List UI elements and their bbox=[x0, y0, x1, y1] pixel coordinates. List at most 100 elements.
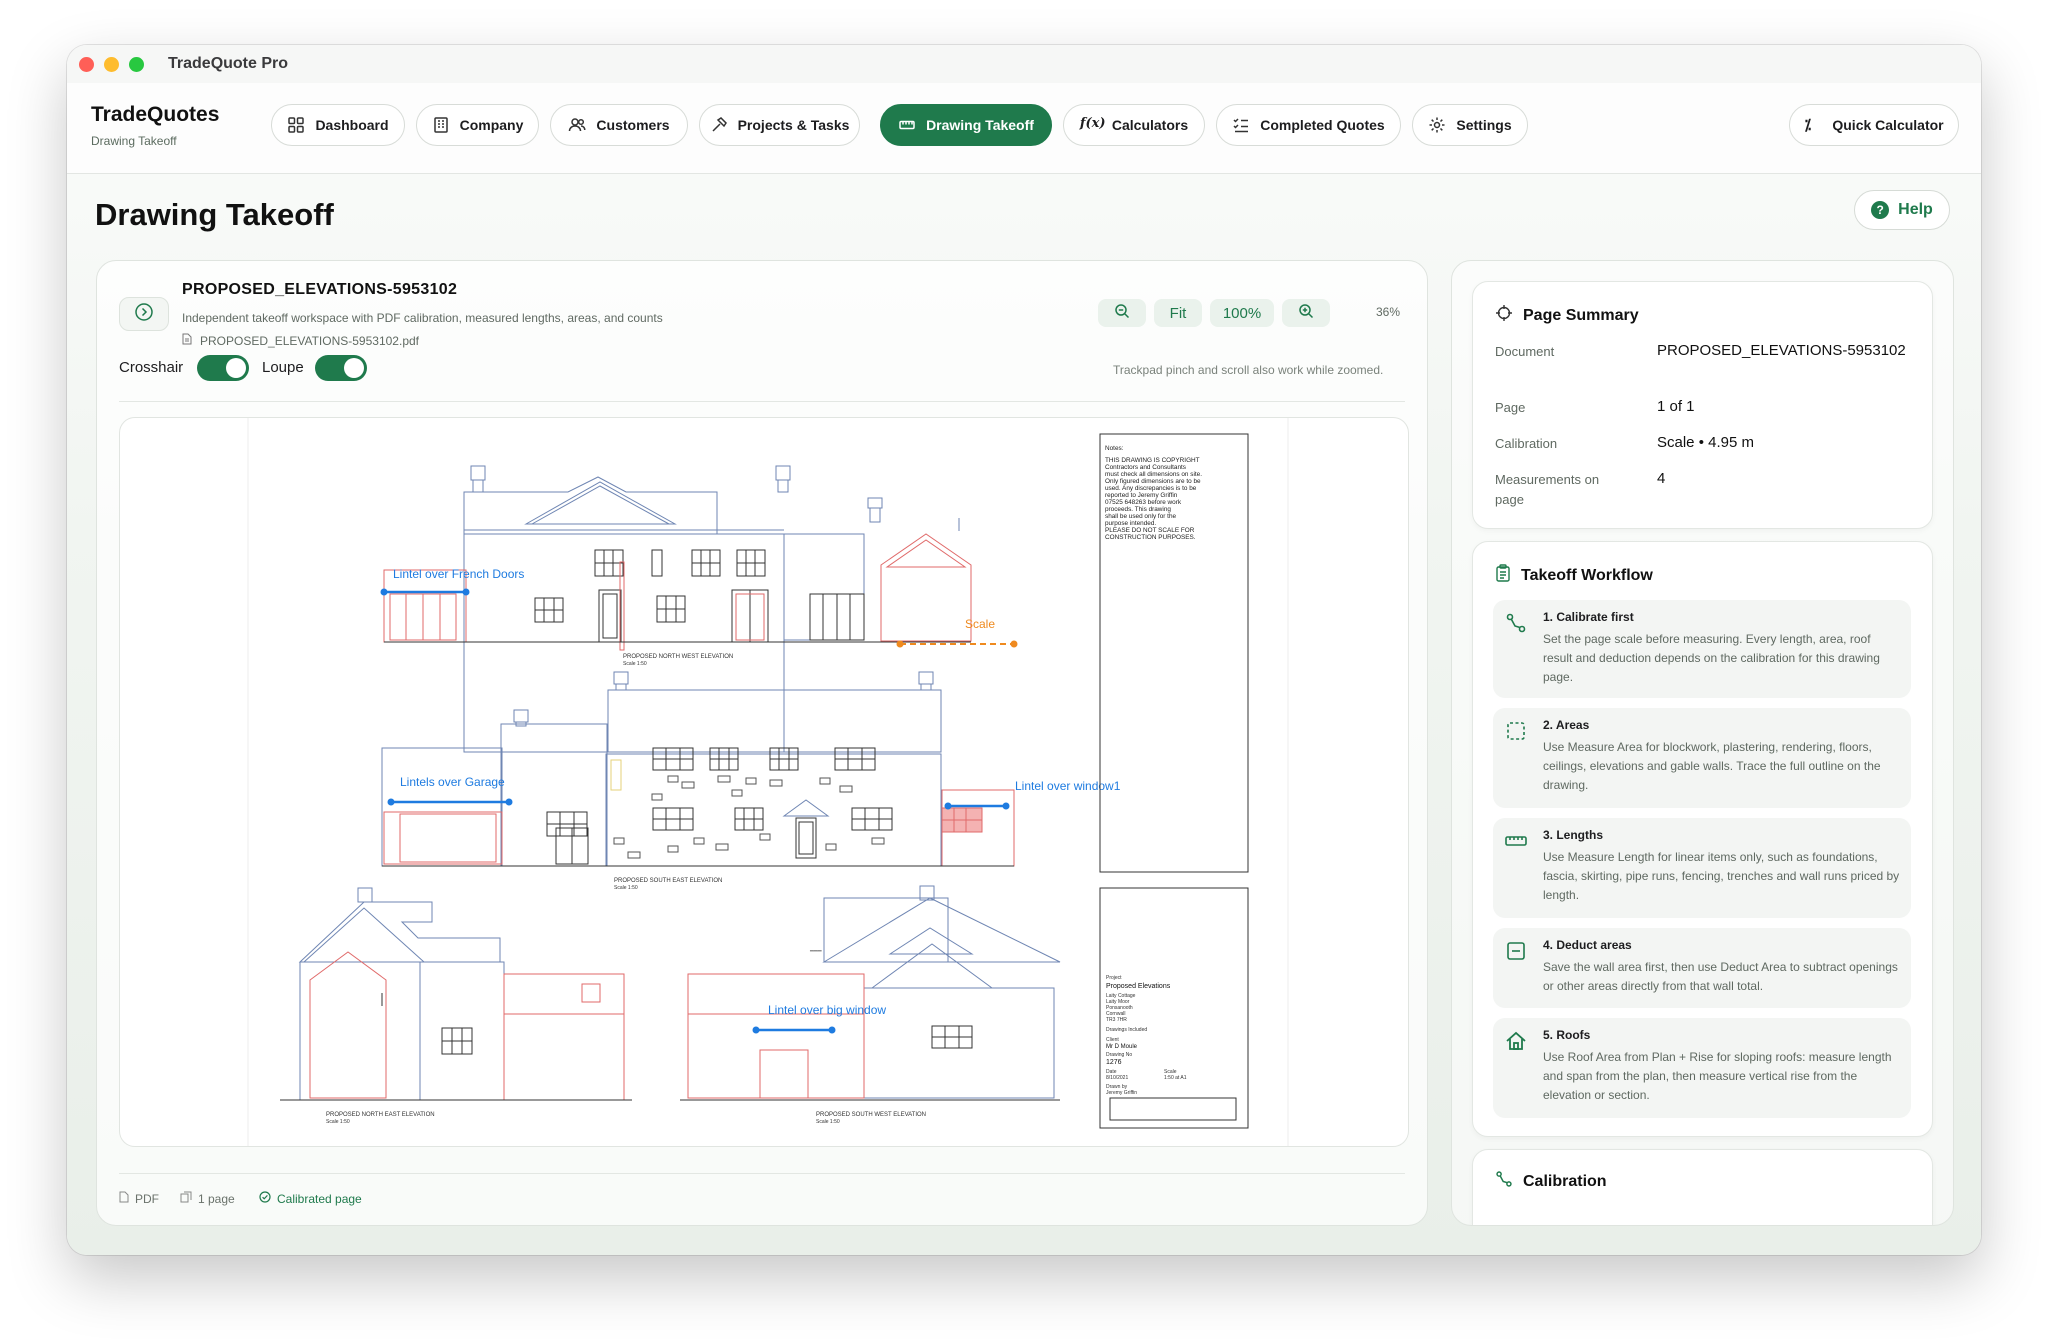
summary-calibration-value: Scale • 4.95 m bbox=[1657, 434, 1754, 451]
summary-measurements-label: Measurements on page bbox=[1495, 472, 1600, 507]
checklist-icon bbox=[1232, 116, 1250, 134]
zoom-percentage: 36% bbox=[1376, 305, 1401, 319]
nav-customers[interactable]: Customers bbox=[550, 104, 688, 146]
workflow-step-title: 2. Areas bbox=[1543, 718, 1590, 732]
notes-line: proceeds. This drawing bbox=[1105, 506, 1171, 513]
notes-line: purpose intended. bbox=[1105, 520, 1156, 527]
elevation-scale: Scale 1:50 bbox=[326, 1119, 350, 1125]
zoom-out-button[interactable] bbox=[1098, 299, 1146, 327]
loupe-toggle[interactable] bbox=[315, 355, 367, 381]
title-block-client: Mr D Moule bbox=[1106, 1044, 1138, 1050]
function-icon: f(x) bbox=[1079, 116, 1106, 131]
drawing-canvas[interactable]: PROPOSED NORTH WEST ELEVATION Scale 1:50… bbox=[119, 417, 1409, 1147]
summary-calibration-label: Calibration bbox=[1495, 436, 1558, 451]
building-icon bbox=[432, 116, 450, 134]
nav-drawing-takeoff-label: Drawing Takeoff bbox=[926, 117, 1034, 133]
notes-line: Contractors and Consultants bbox=[1105, 464, 1186, 471]
footer-page-count: 1 page bbox=[180, 1191, 235, 1206]
nav-dashboard-label: Dashboard bbox=[315, 117, 389, 133]
document-description: Independent takeoff workspace with PDF c… bbox=[182, 311, 663, 325]
side-panel: Page Summary Document PROPOSED_ELEVATION… bbox=[1451, 260, 1954, 1226]
brand-subtitle: Drawing Takeoff bbox=[91, 134, 177, 148]
ruler-icon bbox=[1505, 830, 1527, 852]
elevation-scale: Scale 1:50 bbox=[623, 661, 647, 667]
notes-line: THIS DRAWING IS COPYRIGHT bbox=[1105, 457, 1200, 464]
chevron-right-circle-icon bbox=[134, 302, 154, 327]
close-window-button[interactable] bbox=[79, 57, 94, 72]
expand-sidebar-button[interactable] bbox=[119, 297, 169, 331]
drawing-annotation: ▁▁▁ bbox=[809, 946, 822, 952]
trackpad-note: Trackpad pinch and scroll also work whil… bbox=[1113, 363, 1384, 377]
takeoff-workflow-card: Takeoff Workflow 1. Calibrate first Set … bbox=[1472, 541, 1933, 1137]
nav-company-label: Company bbox=[459, 117, 524, 133]
loupe-label: Loupe bbox=[262, 359, 304, 376]
clipboard-icon bbox=[1495, 564, 1511, 587]
elevation-caption: PROPOSED SOUTH EAST ELEVATION bbox=[614, 878, 722, 884]
nav-dashboard[interactable]: Dashboard bbox=[271, 104, 405, 146]
workflow-step-body: Use Measure Area for blockwork, plasteri… bbox=[1543, 740, 1881, 792]
workflow-step-body: Set the page scale before measuring. Eve… bbox=[1543, 632, 1880, 684]
zoom-actual-button[interactable]: 100% bbox=[1210, 299, 1274, 327]
nav-drawing-takeoff[interactable]: Drawing Takeoff bbox=[880, 104, 1052, 146]
zoom-in-icon bbox=[1298, 303, 1314, 323]
title-block-label: Drawings Included bbox=[1106, 1027, 1147, 1033]
measurement-label: Lintel over big window bbox=[768, 1003, 886, 1017]
footer-file-type: PDF bbox=[119, 1191, 159, 1206]
workflow-step: 1. Calibrate first Set the page scale be… bbox=[1493, 600, 1911, 698]
zoom-window-button[interactable] bbox=[129, 57, 144, 72]
notes-line: shall be used only for the bbox=[1105, 513, 1176, 520]
workflow-step-title: 4. Deduct areas bbox=[1543, 938, 1632, 952]
nav-calculators[interactable]: f(x) Calculators bbox=[1063, 104, 1205, 146]
title-block-project: Proposed Elevations bbox=[1106, 983, 1171, 990]
zoom-fit-button[interactable]: Fit bbox=[1154, 299, 1202, 327]
document-file: PROPOSED_ELEVATIONS-5953102.pdf bbox=[182, 333, 419, 348]
elevation-scale: Scale 1:50 bbox=[614, 885, 638, 891]
crosshair-label: Crosshair bbox=[119, 359, 184, 376]
file-icon bbox=[182, 333, 192, 348]
takeoff-workflow-heading: Takeoff Workflow bbox=[1495, 564, 1653, 587]
workflow-step: 4. Deduct areas Save the wall area first… bbox=[1493, 928, 1911, 1008]
nav-completed-quotes[interactable]: Completed Quotes bbox=[1216, 104, 1401, 146]
zoom-in-button[interactable] bbox=[1282, 299, 1330, 327]
calibration-title: Calibration bbox=[1523, 1172, 1607, 1190]
nav-settings-label: Settings bbox=[1456, 117, 1512, 133]
workflow-step-title: 3. Lengths bbox=[1543, 828, 1604, 842]
title-block-address: TR3 7HR bbox=[1106, 1017, 1127, 1023]
document-name: PROPOSED_ELEVATIONS-5953102 bbox=[182, 281, 458, 298]
page-summary-heading: Page Summary bbox=[1495, 304, 1639, 327]
page-summary-card: Page Summary Document PROPOSED_ELEVATION… bbox=[1472, 281, 1933, 529]
footer-file-type-label: PDF bbox=[135, 1191, 159, 1206]
nav-company[interactable]: Company bbox=[416, 104, 539, 146]
document-filename: PROPOSED_ELEVATIONS-5953102.pdf bbox=[200, 333, 419, 348]
people-icon bbox=[568, 116, 586, 134]
quick-calculator-button[interactable]: ⁒ Quick Calculator bbox=[1789, 104, 1959, 146]
workflow-step-body: Use Measure Length for linear items only… bbox=[1543, 850, 1900, 902]
title-block-label: Drawing No bbox=[1106, 1052, 1132, 1058]
title-block-date: 8/10/2021 bbox=[1106, 1075, 1128, 1081]
divider bbox=[119, 1173, 1405, 1174]
nav-projects-tasks[interactable]: Projects & Tasks bbox=[699, 104, 860, 146]
page-summary-title: Page Summary bbox=[1523, 306, 1639, 324]
title-block-label: Project bbox=[1106, 975, 1122, 981]
notes-line: Notes: bbox=[1105, 445, 1124, 452]
title-block-drawing-no: 1276 bbox=[1106, 1059, 1122, 1066]
minimize-window-button[interactable] bbox=[104, 57, 119, 72]
question-icon: ? bbox=[1871, 201, 1890, 219]
summary-measurements-value: 4 bbox=[1657, 470, 1666, 487]
summary-document-value: PROPOSED_ELEVATIONS-5953102 bbox=[1657, 342, 1906, 359]
notes-line: used. Any discrepancies is to be bbox=[1105, 485, 1197, 492]
notes-line: 07525 648263 before work bbox=[1105, 499, 1182, 506]
summary-page-label: Page bbox=[1495, 400, 1526, 415]
nav-customers-label: Customers bbox=[596, 117, 670, 133]
document-icon bbox=[119, 1191, 129, 1206]
workflow-step: 5. Roofs Use Roof Area from Plan + Rise … bbox=[1493, 1018, 1911, 1118]
summary-page-value: 1 of 1 bbox=[1657, 398, 1695, 415]
crosshair-toggle[interactable] bbox=[197, 355, 249, 381]
calibration-card: Calibration bbox=[1472, 1149, 1933, 1225]
takeoff-workspace-card: PROPOSED_ELEVATIONS-5953102 Independent … bbox=[96, 260, 1428, 1226]
workflow-step: 2. Areas Use Measure Area for blockwork,… bbox=[1493, 708, 1911, 808]
workflow-step: 3. Lengths Use Measure Length for linear… bbox=[1493, 818, 1911, 918]
help-button[interactable]: ? Help bbox=[1854, 190, 1950, 230]
grid-icon bbox=[287, 116, 305, 134]
nav-settings[interactable]: Settings bbox=[1412, 104, 1528, 146]
